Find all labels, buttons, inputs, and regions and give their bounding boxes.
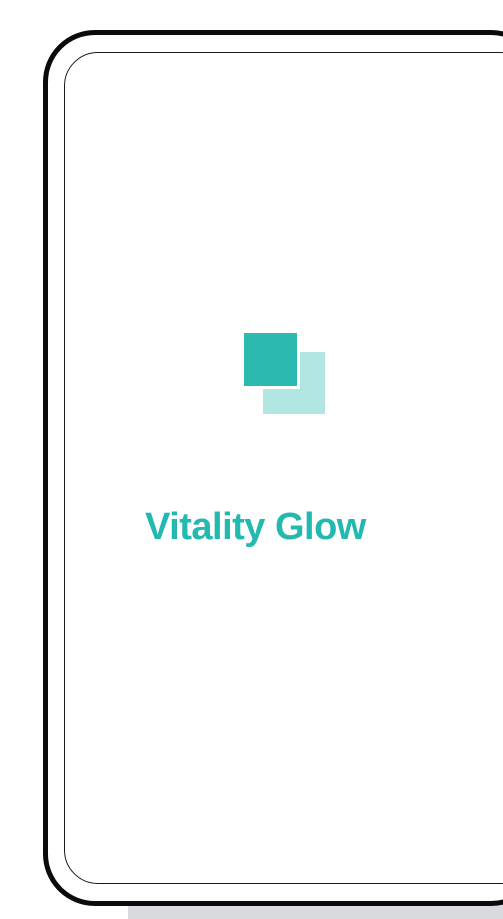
splash-screen: Vitality Glow <box>0 0 503 919</box>
app-title: Vitality Glow <box>145 506 366 548</box>
app-logo-icon <box>241 330 325 414</box>
phone-screen <box>64 52 503 884</box>
logo-front-square <box>241 330 300 389</box>
